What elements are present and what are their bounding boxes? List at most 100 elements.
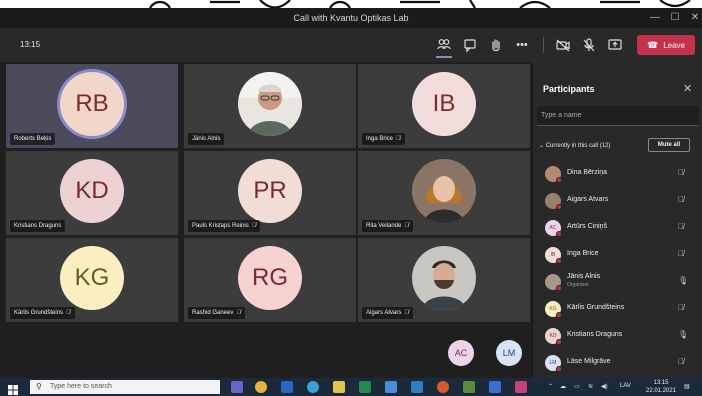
close-window-icon[interactable]: ✕	[686, 11, 702, 25]
status-dot	[556, 177, 562, 183]
app-taskbar-icon[interactable]	[463, 381, 475, 393]
mic-muted-icon: 🎙̸	[66, 310, 71, 316]
clock-date: 22.01.2021	[646, 388, 677, 394]
participant-row[interactable]: Dina Bērziņa 🎙̸	[533, 160, 702, 187]
participant-row[interactable]: KD Kristians Draguns 🎙	[533, 322, 702, 349]
network-icon[interactable]: ☁	[560, 383, 566, 390]
participant-name-tag: Kristians Draguns	[10, 220, 66, 232]
hang-up-icon: ☎	[646, 40, 659, 50]
clock-time: 13:15	[653, 380, 669, 386]
avatar: PR	[238, 159, 302, 223]
taskbar-clock[interactable]: 13:15 22.01.2021	[646, 379, 676, 395]
windows-start-icon[interactable]	[8, 382, 18, 395]
app-taskbar-icon[interactable]	[385, 381, 397, 393]
wifi-icon[interactable]: ≋	[588, 383, 593, 390]
participant-name: Aigars Atvars	[567, 196, 609, 203]
excel-taskbar-icon[interactable]	[359, 381, 371, 393]
participant-row[interactable]: KG Kārlis Grundšteins 🎙̸	[533, 295, 702, 322]
mic-on-icon: 🎙	[678, 276, 689, 285]
language-indicator[interactable]: LAV	[620, 383, 631, 389]
close-panel-icon[interactable]: ✕	[683, 82, 692, 95]
avatar-photo	[238, 72, 302, 136]
video-tile[interactable]: Aigars Atvars 🎙̸	[358, 238, 530, 322]
participant-name: Kārlis Grundšteins	[567, 304, 625, 311]
participant-role: Organizer	[567, 282, 589, 288]
participant-name-tag: Aigars Atvars 🎙̸	[362, 307, 413, 319]
overflow-avatar[interactable]: AC	[448, 340, 474, 366]
raise-hand-icon[interactable]	[486, 35, 506, 55]
video-tile[interactable]: Rita Veilande 🎙̸	[358, 151, 530, 235]
video-tile[interactable]: RG Rashid Ganeev 🎙̸	[184, 238, 356, 322]
in-call-section-header[interactable]: ⌄ Currently in this call (12)	[539, 142, 610, 149]
participant-row[interactable]: IB Inga Brice 🎙̸	[533, 241, 702, 268]
maximize-icon[interactable]: ☐	[666, 11, 684, 25]
in-call-label: Currently in this call (12)	[545, 143, 611, 149]
taskbar-search-input[interactable]: ⚲ Type here to search	[30, 380, 220, 394]
participant-name-tag: Jānis Alnis	[188, 133, 225, 145]
participants-icon[interactable]	[434, 35, 454, 58]
participant-name: Dina Bērziņa	[567, 169, 608, 176]
mic-muted-icon: 🎙̸	[404, 310, 409, 316]
mic-muted-icon: 🎙̸	[404, 223, 409, 229]
status-dot	[556, 366, 562, 372]
participant-name-tag: Pauls Kristaps Reinis 🎙̸	[188, 220, 261, 232]
participant-name: Jānis Alnis	[567, 273, 601, 280]
participant-name: Artūrs Ciniņš	[567, 223, 608, 230]
battery-icon[interactable]: ▭	[574, 383, 580, 390]
participant-row[interactable]: LM Läse Milgrāve 🎙̸	[533, 349, 702, 376]
participant-name: Rashid Ganeev	[192, 310, 234, 316]
video-tile[interactable]: Jānis Alnis	[184, 64, 356, 148]
app-taskbar-icon[interactable]	[515, 381, 527, 393]
video-tile[interactable]: PR Pauls Kristaps Reinis 🎙̸	[184, 151, 356, 235]
video-grid: RB Roberts Beķis Jānis Alnis IB Inga Bri…	[0, 62, 532, 366]
meeting-toolbar: 13:15 ••• ☎ Leave	[0, 28, 702, 62]
mute-all-button[interactable]: Mute all	[648, 138, 690, 152]
share-screen-icon[interactable]	[605, 35, 625, 55]
participant-name: Läse Milgrāve	[567, 358, 611, 365]
status-dot	[556, 339, 562, 345]
mic-off-icon[interactable]	[579, 35, 599, 55]
participant-row[interactable]: AC Artūrs Ciniņš 🎙̸	[533, 214, 702, 241]
leave-button[interactable]: ☎ Leave	[637, 35, 695, 55]
app-taskbar-icon[interactable]	[411, 381, 423, 393]
file-explorer-icon[interactable]	[333, 381, 345, 393]
volume-icon[interactable]: ◀)	[601, 383, 608, 390]
tray-chevron-icon[interactable]: ⌃	[548, 383, 553, 390]
avatar: IB	[412, 72, 476, 136]
video-tile[interactable]: KG Kārlis Grundšteins 🎙̸	[6, 238, 178, 322]
chat-icon[interactable]	[460, 35, 480, 55]
participant-row[interactable]: Jānis Alnis Organizer 🎙	[533, 268, 702, 295]
video-tile[interactable]: KD Kristians Draguns	[6, 151, 178, 235]
taskbar-search-placeholder: Type here to search	[50, 383, 112, 390]
chrome-taskbar-icon[interactable]	[255, 381, 267, 393]
minimize-icon[interactable]: —	[646, 11, 664, 25]
edge-taskbar-icon[interactable]	[307, 381, 319, 393]
leave-label: Leave	[663, 41, 685, 50]
participant-row[interactable]: Aigars Atvars 🎙̸	[533, 187, 702, 214]
word-taskbar-icon[interactable]	[281, 381, 293, 393]
participant-name: Kārlis Grundšteins	[14, 310, 64, 316]
participant-name-tag: Kārlis Grundšteins 🎙̸	[10, 307, 75, 319]
status-dot	[556, 204, 562, 210]
app-taskbar-icon[interactable]	[437, 381, 449, 393]
mic-muted-icon: 🎙̸	[251, 223, 257, 229]
toolbar-divider	[543, 37, 544, 53]
participant-name: Aigars Atvars	[366, 310, 402, 316]
windows-taskbar: ⚲ Type here to search ⌃ ☁ ▭ ≋ ◀) LAV 13:1…	[0, 378, 702, 396]
mic-muted-icon: 🎙̸	[678, 168, 684, 177]
video-tile[interactable]: IB Inga Brice 🎙̸	[358, 64, 530, 148]
app-taskbar-icon[interactable]	[489, 381, 501, 393]
mic-on-icon: 🎙	[678, 330, 689, 339]
more-actions-icon[interactable]: •••	[512, 35, 532, 55]
mic-muted-icon: 🎙̸	[396, 136, 401, 142]
participant-name: Kristians Draguns	[567, 331, 623, 338]
notifications-icon[interactable]: ▤	[684, 383, 690, 390]
camera-off-icon[interactable]	[553, 35, 573, 55]
participant-search-input[interactable]: Type a name	[537, 106, 699, 126]
teams-taskbar-icon[interactable]	[231, 381, 243, 393]
status-dot	[556, 285, 562, 291]
video-tile[interactable]: RB Roberts Beķis	[6, 64, 178, 148]
participant-name-tag: Inga Brice 🎙̸	[362, 133, 405, 145]
participant-name: Roberts Beķis	[14, 136, 52, 142]
overflow-avatar[interactable]: LM	[496, 340, 522, 366]
